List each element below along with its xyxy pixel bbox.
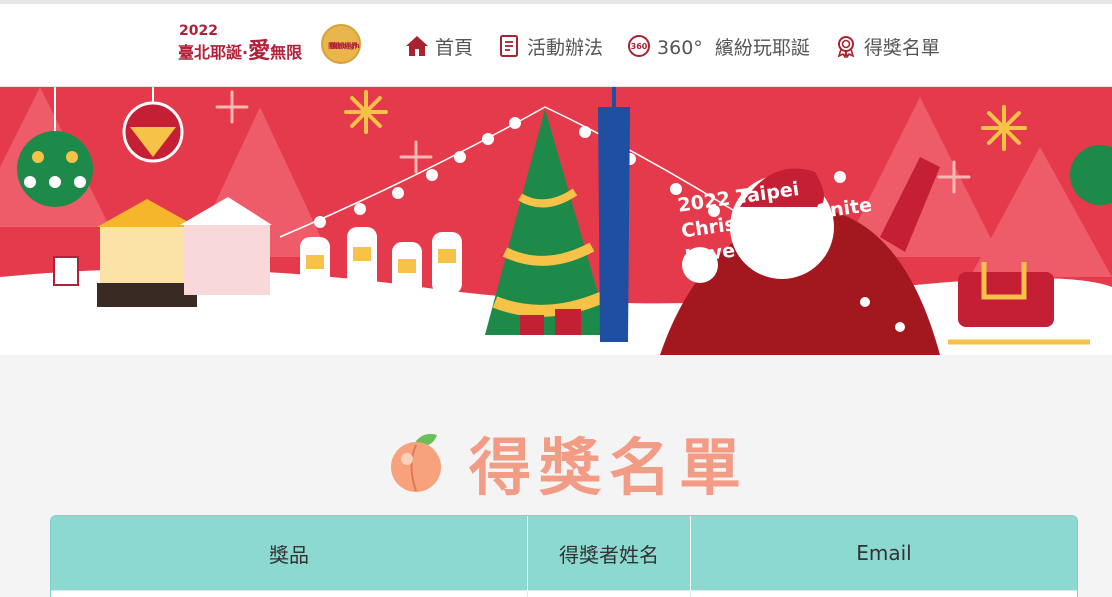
nav-item-label: 首頁: [435, 36, 474, 59]
table-header-row: 獎品 得獎者姓名 Email: [51, 516, 1077, 591]
winners-table: 獎品 得獎者姓名 Email: [50, 515, 1078, 597]
table-cell: [527, 590, 691, 597]
nav-item-winners[interactable]: 得獎名單: [834, 33, 940, 60]
logo-year: 2022: [179, 23, 218, 39]
site-logo[interactable]: 2022 臺北耶誕·愛無限 繽紛經界 陪你high: [176, 24, 366, 70]
site-header: 2022 臺北耶誕·愛無限 繽紛經界 陪你high 首頁 活動辦法 360 36…: [0, 4, 1112, 87]
award-ribbon-icon: [837, 36, 855, 58]
table-cell: [690, 590, 1077, 597]
winners-heading: 得獎名單: [385, 425, 749, 504]
logo-badge: 繽紛經界 陪你high: [321, 24, 361, 64]
document-icon: [500, 35, 519, 57]
nav-item-label: 360° 繽紛玩耶誕: [657, 36, 810, 59]
column-header-email: Email: [690, 516, 1077, 591]
nav-item-rules[interactable]: 活動辦法: [497, 33, 603, 60]
logo-title-love: 愛: [248, 39, 271, 64]
column-header-winner-name: 得獎者姓名: [527, 516, 691, 591]
360-view-icon: 360: [628, 35, 651, 57]
logo-badge-line2: 陪你high: [328, 42, 360, 50]
taipei-101: [598, 87, 630, 342]
christmas-illustration: [0, 87, 1112, 355]
nav-item-home[interactable]: 首頁: [405, 33, 473, 60]
winners-title: 得獎名單: [469, 431, 750, 504]
logo-title-part2: 無限: [270, 43, 303, 62]
hero-banner: 2022 Taipei Christmas-Infinite Love: [0, 87, 1112, 355]
nav-item-label: 得獎名單: [863, 36, 940, 59]
nav-item-label: 活動辦法: [527, 36, 604, 59]
column-header-prize: 獎品: [51, 516, 528, 591]
home-icon: [406, 36, 428, 56]
table-row: [51, 590, 1077, 597]
logo-title: 臺北耶誕·愛無限: [178, 39, 302, 66]
table-cell: [51, 590, 528, 597]
nav-item-360[interactable]: 360 360° 繽紛玩耶誕: [627, 33, 810, 60]
logo-title-part1: 臺北耶誕: [178, 43, 243, 62]
main-nav: 首頁 活動辦法 360 360° 繽紛玩耶誕 得獎名單: [405, 30, 940, 62]
peach-icon: [391, 433, 441, 492]
svg-text:360: 360: [631, 42, 648, 51]
